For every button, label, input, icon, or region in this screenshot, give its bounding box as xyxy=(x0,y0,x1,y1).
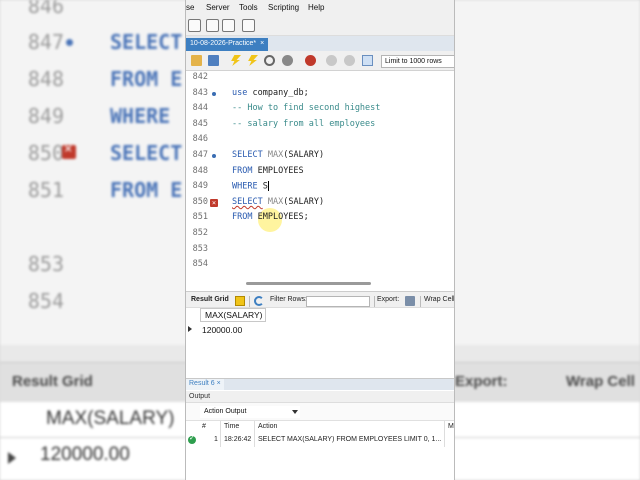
error-toggle-icon[interactable] xyxy=(305,55,316,66)
table-icon[interactable] xyxy=(206,19,219,32)
execute-current-icon[interactable] xyxy=(248,55,258,66)
chevron-down-icon xyxy=(292,410,298,414)
refresh-icon[interactable] xyxy=(254,296,264,306)
bg-error-icon xyxy=(62,141,76,159)
statement-dot-icon xyxy=(212,91,216,96)
col-action: Action xyxy=(258,423,278,430)
wrap-cell-label[interactable]: Wrap Cell xyxy=(424,296,454,303)
result-tab-close-icon[interactable]: × xyxy=(217,380,221,387)
horizontal-scrollbar[interactable] xyxy=(246,282,371,285)
column-header[interactable]: MAX(SALARY) xyxy=(200,308,266,322)
code-line: 852 xyxy=(192,228,208,238)
tab-label: 10-08-2026-Practice* xyxy=(190,40,257,47)
result-tab-bar: Result 6 × xyxy=(186,378,454,390)
result-toolbar: Result Grid Filter Rows: Export: Wrap Ce… xyxy=(186,291,454,308)
code-line: 849 WHERE S xyxy=(192,181,269,192)
tab-result-6[interactable]: Result 6 × xyxy=(186,379,224,390)
output-type-select[interactable]: Action Output xyxy=(200,406,300,418)
sql-editor[interactable]: 842 843 use company_db; 844 -- How to find… xyxy=(186,71,454,291)
menu-bar: se Server Tools Scripting Help xyxy=(186,0,454,16)
output-row-time: 18:26:42 xyxy=(224,436,252,443)
autocommit-icon[interactable] xyxy=(362,55,373,66)
code-line: 850 × SELECT MAX(SALARY) xyxy=(192,196,325,207)
col-num: # xyxy=(202,423,206,430)
code-line: 845 -- salary from all employees xyxy=(192,118,376,129)
export-icon[interactable] xyxy=(405,296,415,306)
syntax-error-icon: × xyxy=(210,198,218,207)
statement-dot-icon xyxy=(212,154,216,158)
table-row[interactable]: 120000.00 xyxy=(186,323,454,337)
cell-value[interactable]: 120000.00 xyxy=(202,325,242,335)
filter-rows-label: Filter Rows: xyxy=(270,296,307,303)
code-line: 846 xyxy=(192,134,208,145)
code-line: 844 -- How to find second highest xyxy=(192,103,381,114)
editor-tab-bar: 10-08-2026-Practice* × xyxy=(186,36,454,51)
explain-icon[interactable] xyxy=(264,55,275,66)
code-line: 854 xyxy=(192,259,208,270)
commit-icon[interactable] xyxy=(326,55,337,66)
output-row-num: 1 xyxy=(214,436,218,443)
text-cursor xyxy=(267,181,269,192)
open-folder-icon[interactable] xyxy=(191,55,202,66)
inspector-icon[interactable] xyxy=(222,19,235,32)
bg-bookmark-dot-icon xyxy=(66,39,73,46)
code-line: 853 xyxy=(192,243,208,254)
sql-toolbar: Limit to 1000 rows xyxy=(186,51,454,71)
result-grid-label[interactable]: Result Grid xyxy=(191,296,229,303)
stop-icon[interactable] xyxy=(282,55,293,66)
output-toolbar: Action Output xyxy=(186,403,454,421)
code-line: 851 FROM EMPLOYEES; xyxy=(192,212,309,223)
col-message: M xyxy=(448,423,454,430)
success-check-icon xyxy=(188,434,196,444)
output-table: # Time Action M 1 18:26:42 SELECT MAX(SA… xyxy=(186,421,454,480)
sql-file-icon[interactable] xyxy=(188,19,201,32)
menu-item-scripting[interactable]: Scripting xyxy=(268,3,299,12)
menu-item-server[interactable]: Server xyxy=(206,3,230,12)
workbench-window: se Server Tools Scripting Help 10-08-202… xyxy=(185,0,455,480)
rollback-icon[interactable] xyxy=(344,55,355,66)
result-grid: MAX(SALARY) 120000.00 xyxy=(186,308,454,378)
code-line: 843 use company_db; xyxy=(192,87,309,98)
menu-item-query[interactable]: se xyxy=(186,3,194,12)
export-label: Export: xyxy=(377,296,400,303)
code-line: 847 SELECT MAX(SALARY) xyxy=(192,150,325,160)
menu-item-help[interactable]: Help xyxy=(308,3,324,12)
migration-icon[interactable] xyxy=(242,19,255,32)
limit-rows-select[interactable]: Limit to 1000 rows xyxy=(381,55,454,68)
code-line: 842 xyxy=(192,72,208,82)
menu-item-tools[interactable]: Tools xyxy=(239,3,258,12)
row-pointer-icon xyxy=(188,326,192,332)
execute-icon[interactable] xyxy=(231,55,241,66)
output-row-action[interactable]: SELECT MAX(SALARY) FROM EMPLOYEES LIMIT … xyxy=(258,436,442,443)
tab-practice[interactable]: 10-08-2026-Practice* × xyxy=(186,38,269,51)
save-icon[interactable] xyxy=(208,55,219,66)
grid-view-icon[interactable] xyxy=(235,296,245,306)
main-toolbar xyxy=(186,16,454,36)
tab-close-icon[interactable]: × xyxy=(260,40,264,47)
output-header: Output xyxy=(186,391,454,403)
col-time: Time xyxy=(224,423,240,430)
code-line: 848 FROM EMPLOYEES xyxy=(192,165,304,176)
filter-rows-input[interactable] xyxy=(306,296,370,307)
